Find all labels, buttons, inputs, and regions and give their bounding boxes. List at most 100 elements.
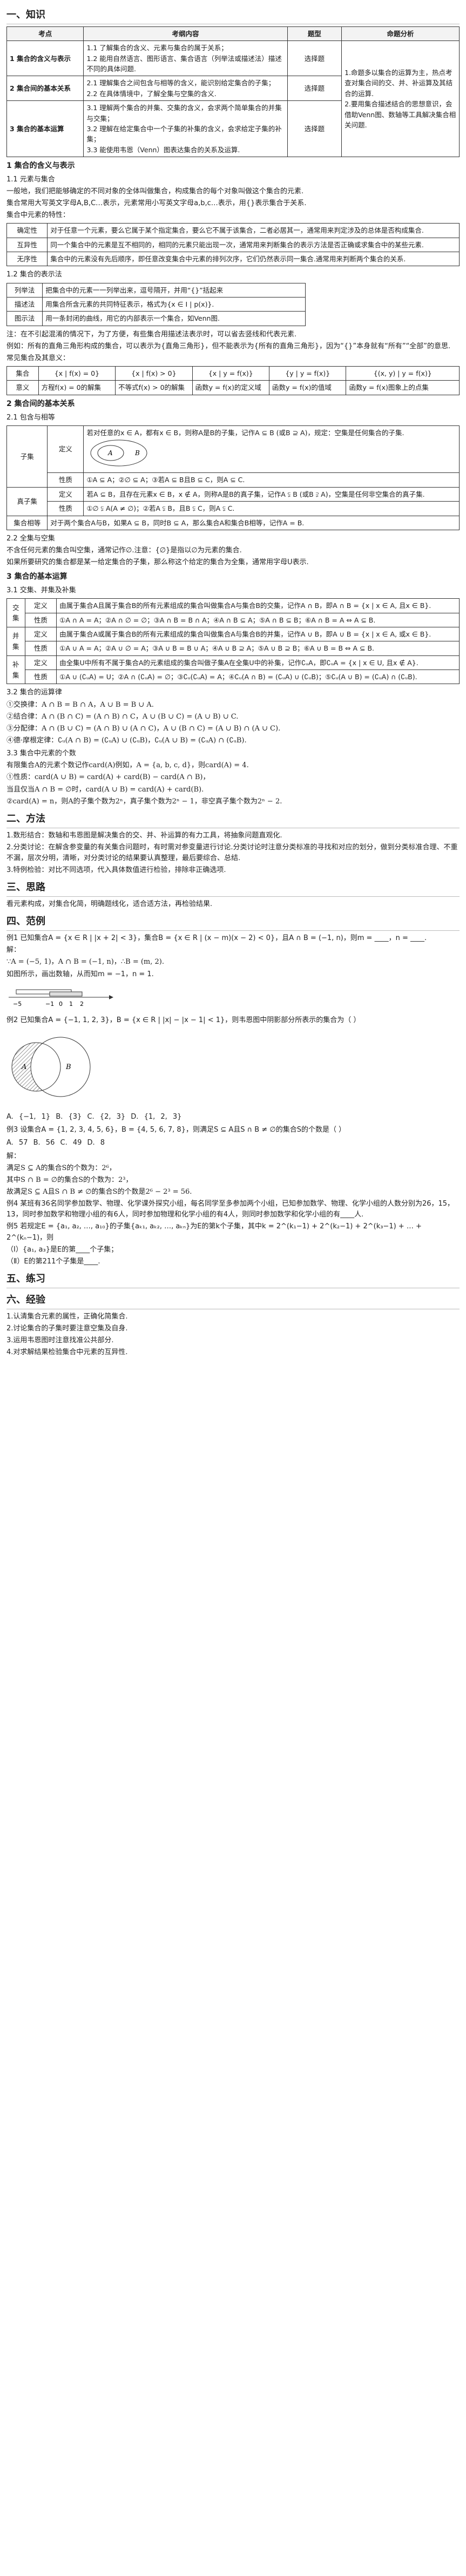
property-desc: 对于任意一个元素，要么它属于某个指定集合，要么它不属于该集合，二者必居其一，通常… bbox=[47, 223, 460, 238]
summary-analysis: 1.命题多以集合的运算为主，热点考查对集合间的交、并、补运算及其结合的运算. 2… bbox=[341, 40, 460, 158]
relation-name: 子集 bbox=[6, 425, 48, 488]
choice-option: D. 8 bbox=[87, 1139, 105, 1147]
summary-content: 3.1 理解两个集合的并集、交集的含义，会求两个简单集合的并集与交集； 3.2 … bbox=[83, 100, 288, 158]
section-knowledge-title: 一、知识 bbox=[6, 8, 460, 24]
law-line: ③分配律：A ∩ (B ∪ C) = (A ∩ B) ∪ (A ∩ C)，A ∪… bbox=[6, 724, 281, 733]
count-line: 有限集合A的元素个数记作card(A)例如，A = {a, b, c, d}，则… bbox=[6, 761, 249, 770]
representation-desc: 用集合所含元素的共同特征表示，格式为{x ∈ I | p(x)}. bbox=[42, 296, 306, 312]
k2-para: 不含任何元素的集合叫空集，通常记作∅.注意：{∅}是指以∅为元素的集合. bbox=[6, 546, 242, 555]
k3-3-title: 3.3 集合中元素的个数 bbox=[6, 749, 76, 758]
law-line: ④德·摩根定律：∁ᵤ(A ∩ B) = (∁ᵤA) ∪ (∁ᵤB)，∁ᵤ(A ∪… bbox=[6, 736, 247, 745]
choice-option: C. {2, 3} bbox=[87, 1113, 126, 1121]
summary-content-item: 3.3 能使用韦恩（Venn）图表达集合的关系及运算. bbox=[86, 145, 240, 154]
property-row: 无序性 集合中的元素没有先后顺序，即任意改变集合中元素的排列次序，它们仍然表示同… bbox=[6, 252, 460, 267]
common-sets-cell: 函数y = f(x)的值域 bbox=[269, 380, 347, 395]
summary-type: 选择题 bbox=[287, 76, 342, 102]
example-question: 例5 若规定E = {a₁, a₂, …, a₁₀}的子集{aₖ₁, aₖ₂, … bbox=[6, 1222, 422, 1242]
solution-line: ∵A = (−5, 1)，A ∩ B = (−1, n)，∴B = (m, 2)… bbox=[6, 958, 164, 966]
common-sets-row: 意义 方程f(x) = 0的解集 不等式f(x) > 0的解集 函数y = f(… bbox=[6, 380, 460, 395]
solution-line: 故满足S ⊆ A且S ∩ B ≠ ∅的集合S的个数是2⁶ − 2³ = 56. bbox=[6, 1188, 192, 1196]
choice-option: A. 57 bbox=[6, 1139, 28, 1147]
example-question: 例3 设集合A = {1, 2, 3, 4, 5, 6}，B = {4, 5, … bbox=[6, 1126, 346, 1134]
summary-table: 考点 考纲内容 题型 命题分析 1 集合的含义与表示 1.1 了解集合的含义、元… bbox=[6, 26, 460, 158]
property-name: 无序性 bbox=[6, 252, 48, 267]
relation-label: 性质 bbox=[47, 501, 84, 516]
operations-table: 交集 定义 由属于集合A且属于集合B的所有元素组成的集合叫做集合A与集合B的交集… bbox=[6, 598, 460, 685]
summary-header-content: 考纲内容 bbox=[83, 26, 288, 42]
operation-name: 并集 bbox=[6, 626, 25, 656]
subset-def-text: 若对任意的x ∈ A，都有x ∈ B，则称A是B的子集，记作A ⊆ B (或B … bbox=[86, 428, 404, 437]
common-sets-title: 常见集合及其意义： bbox=[6, 354, 70, 362]
axis-tick-label: 1 bbox=[69, 1000, 73, 1008]
count-line: ②card(A) = n，则A的子集个数为2ⁿ，真子集个数为2ⁿ − 1，非空真… bbox=[6, 797, 282, 806]
common-sets-cell: 方程f(x) = 0的解集 bbox=[38, 380, 116, 395]
venn-set-b-label: B bbox=[65, 1063, 71, 1071]
operation-label: 定义 bbox=[24, 626, 57, 642]
k3-2-title: 3.2 集合的运算律 bbox=[6, 688, 62, 697]
solution-label: 解： bbox=[6, 1152, 21, 1160]
relations-table: 子集 定义 若对任意的x ∈ A，都有x ∈ B，则称A是B的子集，记作A ⊆ … bbox=[6, 425, 460, 530]
common-sets-cell: {x | f(x) = 0} bbox=[38, 366, 116, 381]
relation-label: 性质 bbox=[47, 472, 84, 488]
axis-tick-label: 2 bbox=[80, 1000, 84, 1008]
property-row: 互异性 同一个集合中的元素是互不相同的，相同的元素只能出现一次，通常用来判断集合… bbox=[6, 237, 460, 253]
example-question: 例1 已知集合A = {x ∈ R | |x + 2| < 3}，集合B = {… bbox=[6, 934, 427, 943]
k1-para: 一般地，我们把能够确定的不同对象的全体叫做集合，构成集合的每个对象叫做这个集合的… bbox=[6, 187, 304, 195]
property-desc: 集合中的元素没有先后顺序，即任意改变集合中元素的排列次序，它们仍然表示同一集合.… bbox=[47, 252, 460, 267]
summary-content-item: 3.1 理解两个集合的并集、交集的含义，会求两个简单集合的并集与交集； bbox=[86, 104, 282, 123]
count-line: ①性质：card(A ∪ B) = card(A) + card(B) − ca… bbox=[6, 773, 210, 782]
venn-diagram-svg: A B bbox=[11, 1037, 91, 1097]
k2-para: 如果所要研究的集合都是某一给定集合的子集，那么称这个给定的集合为全集，通常用字母… bbox=[6, 558, 309, 567]
operation-def: 由属于集合A或属于集合B的所有元素组成的集合叫做集合A与集合B的并集，记作A ∪… bbox=[56, 626, 460, 642]
choice-option: A. {−1, 1} bbox=[6, 1113, 51, 1121]
relation-row: 性质 ①A ⊆ A；②∅ ⊆ A；③若A ⊆ B且B ⊆ C，则A ⊆ C. bbox=[7, 472, 460, 488]
summary-row: 1 集合的含义与表示 1.1 了解集合的含义、元素与集合的属于关系； 1.2 能… bbox=[6, 40, 460, 158]
experience-item: 4.对求解结果检验集合中元素的互异性. bbox=[6, 1348, 128, 1357]
summary-content-item: 3.2 理解在给定集合中一个子集的补集的含义，会求给定子集的补集； bbox=[86, 124, 282, 144]
number-line-figure: −5 −1 0 1 2 bbox=[6, 983, 460, 1012]
method-item: 2.分类讨论：在解含参变量的有关集合问题时，有时需对参变量进行讨论.分类讨论时注… bbox=[6, 843, 458, 862]
common-sets-cell: 函数y = f(x)图象上的点集 bbox=[346, 380, 460, 395]
relation-prop: ①A ⊆ A；②∅ ⊆ A；③若A ⊆ B且B ⊆ C，则A ⊆ C. bbox=[83, 472, 460, 488]
experience-item: 3.运用韦恩图时注意找准公共部分. bbox=[6, 1336, 114, 1345]
count-line: 当且仅当A ∩ B = ∅时，card(A ∪ B) = card(A) + c… bbox=[6, 785, 204, 794]
number-line-svg: −5 −1 0 1 2 bbox=[9, 989, 113, 1008]
solution-label: 解： bbox=[6, 946, 21, 955]
common-sets-cell: {x | f(x) > 0} bbox=[115, 366, 193, 381]
axis-tick-label: 0 bbox=[59, 1000, 63, 1008]
operation-def: 由属于集合A且属于集合B的所有元素组成的集合叫做集合A与集合B的交集，记作A ∩… bbox=[56, 598, 460, 613]
operation-label: 性质 bbox=[24, 670, 57, 685]
representation-table: 列举法 把集合中的元素一一列举出来，逗号隔开，并用“{}”括起来 描述法 用集合… bbox=[6, 282, 306, 326]
k1-title: 1 集合的含义与表示 bbox=[6, 161, 75, 171]
section-thinking-title: 三、思路 bbox=[6, 880, 460, 897]
summary-content: 2.1 理解集合之间包含与相等的含义，能识别给定集合的子集； 2.2 在具体情境… bbox=[83, 76, 288, 102]
property-desc: 同一个集合中的元素是互不相同的，相同的元素只能出现一次，通常用来判断集合的表示方… bbox=[47, 237, 460, 253]
section-experience-title: 六、经验 bbox=[6, 1293, 460, 1309]
choice-option: D. {1, 2, 3} bbox=[131, 1113, 182, 1121]
property-name: 互异性 bbox=[6, 237, 48, 253]
representation-row: 描述法 用集合所含元素的共同特征表示，格式为{x ∈ I | p(x)}. bbox=[6, 296, 306, 312]
relation-def: 若对任意的x ∈ A，都有x ∈ B，则称A是B的子集，记作A ⊆ B (或B … bbox=[83, 425, 460, 474]
representation-name: 图示法 bbox=[6, 311, 43, 326]
summary-content-item: 2.1 理解集合之间包含与相等的含义，能识别给定集合的子集； bbox=[86, 79, 275, 87]
summary-content-item: 1.1 了解集合的含义、元素与集合的属于关系； bbox=[86, 44, 228, 52]
property-name: 确定性 bbox=[6, 223, 48, 238]
k2-title: 2 集合间的基本关系 bbox=[6, 399, 75, 408]
choice-options: A. 57 B. 56 C. 49 D. 8 bbox=[6, 1138, 460, 1148]
operation-label: 性质 bbox=[24, 641, 57, 656]
representation-name: 描述法 bbox=[6, 296, 43, 312]
relation-label: 定义 bbox=[47, 425, 84, 474]
k1-para: 集合中元素的特性： bbox=[6, 211, 70, 220]
section-methods-title: 二、方法 bbox=[6, 812, 460, 828]
operation-prop: ①A ∪ (∁ᵤA) = U；②A ∩ (∁ᵤA) = ∅；③∁ᵤ(∁ᵤA) =… bbox=[56, 670, 460, 685]
k1-note: 例如：所有的直角三角形构成的集合，可以表示为{直角三角形}，但不能表示为{所有的… bbox=[6, 342, 451, 350]
operation-def: 由全集U中所有不属于集合A的元素组成的集合叫做子集A在全集U中的补集，记作∁ᵤA… bbox=[56, 655, 460, 671]
representation-desc: 用一条封闭的曲线，用它的内部表示一个集合，如Venn图. bbox=[42, 311, 306, 326]
operation-row: 补集 定义 由全集U中所有不属于集合A的元素组成的集合叫做子集A在全集U中的补集… bbox=[6, 655, 460, 685]
k3-title: 3 集合的基本运算 bbox=[6, 572, 67, 582]
k1-para: 集合常用大写英文字母A,B,C…表示，元素常用小写英文字母a,b,c…表示，用{… bbox=[6, 199, 307, 207]
choice-options: A. {−1, 1} B. {3} C. {2, 3} D. {1, 2, 3} bbox=[6, 1112, 460, 1123]
law-line: ②结合律：A ∩ (B ∩ C) = (A ∩ B) ∩ C，A ∪ (B ∪ … bbox=[6, 712, 239, 721]
operation-row: 性质 ①A ∪ A = A；②A ∪ ∅ = A；③A ∪ B = B ∪ A；… bbox=[7, 641, 460, 656]
choice-option: B. 56 bbox=[33, 1139, 55, 1147]
